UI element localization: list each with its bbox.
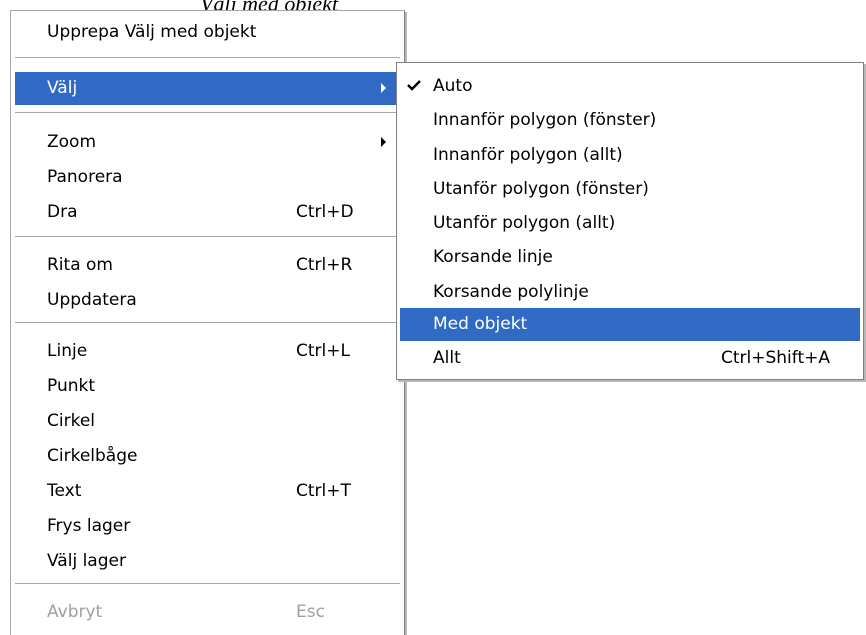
submenu-item-inside-polygon-all[interactable]: Innanför polygon (allt) (400, 139, 860, 172)
submenu-item-outside-polygon-all[interactable]: Utanför polygon (allt) (400, 207, 860, 240)
menu-item-repeat-select-with-object[interactable]: Upprepa Välj med objekt (15, 16, 400, 49)
menu-item-label: Innanför polygon (allt) (433, 145, 623, 165)
submenu-item-with-object[interactable]: Med objekt (400, 308, 860, 341)
menu-item-shortcut: Ctrl+L (296, 341, 350, 361)
menu-item-label: Utanför polygon (fönster) (433, 179, 649, 199)
menu-item-arc[interactable]: Cirkelbåge (15, 440, 400, 473)
menu-item-shortcut: Esc (296, 602, 325, 622)
menu-item-cancel[interactable]: Avbryt Esc (15, 596, 400, 629)
menu-item-label: Frys lager (47, 516, 131, 536)
menu-item-pan[interactable]: Panorera (15, 161, 400, 194)
submenu-item-crossing-polyline[interactable]: Korsande polylinje (400, 276, 860, 309)
submenu-item-outside-polygon-window[interactable]: Utanför polygon (fönster) (400, 173, 860, 206)
menu-item-redraw[interactable]: Rita om Ctrl+R (15, 249, 400, 282)
menu-item-circle[interactable]: Cirkel (15, 405, 400, 438)
menu-item-label: Uppdatera (47, 290, 137, 310)
menu-item-label: Innanför polygon (fönster) (433, 110, 657, 130)
submenu-item-all[interactable]: Allt Ctrl+Shift+A (400, 342, 860, 375)
menu-item-label: Cirkelbåge (47, 446, 138, 466)
menu-separator (15, 583, 400, 585)
menu-item-text[interactable]: Text Ctrl+T (15, 475, 400, 508)
menu-item-line[interactable]: Linje Ctrl+L (15, 335, 400, 368)
menu-item-label: Cirkel (47, 411, 96, 431)
menu-separator (15, 236, 400, 238)
menu-item-label: Upprepa Välj med objekt (47, 22, 257, 42)
menu-separator (15, 322, 400, 324)
menu-item-shortcut: Ctrl+T (296, 481, 351, 501)
checkmark-icon (407, 80, 421, 91)
menu-item-shortcut: Ctrl+D (296, 202, 354, 222)
menu-item-label: Välj lager (47, 551, 126, 571)
menu-item-zoom[interactable]: Zoom (15, 126, 400, 159)
menu-item-update[interactable]: Uppdatera (15, 284, 400, 317)
menu-item-label: Allt (433, 348, 461, 368)
menu-item-label: Välj (47, 78, 78, 98)
menu-item-select-layer[interactable]: Välj lager (15, 545, 400, 578)
menu-item-label: Punkt (47, 376, 96, 396)
submenu-item-auto[interactable]: Auto (400, 70, 860, 103)
submenu-arrow-icon (381, 83, 386, 93)
menu-item-label: Dra (47, 202, 78, 222)
menu-item-label: Text (47, 481, 82, 501)
menu-item-label: Auto (433, 76, 473, 96)
menu-item-shortcut: Ctrl+Shift+A (720, 348, 830, 368)
menu-separator (15, 57, 400, 59)
submenu-arrow-icon (381, 137, 386, 147)
menu-item-drag[interactable]: Dra Ctrl+D (15, 196, 400, 229)
select-submenu: Auto Innanför polygon (fönster) Innanför… (396, 62, 864, 380)
menu-item-point[interactable]: Punkt (15, 370, 400, 403)
menu-item-label: Korsande linje (433, 247, 553, 267)
menu-item-label: Utanför polygon (allt) (433, 213, 616, 233)
menu-item-label: Med objekt (433, 314, 528, 334)
menu-item-label: Linje (47, 341, 88, 361)
menu-item-label: Rita om (47, 255, 113, 275)
menu-item-shortcut: Ctrl+R (296, 255, 353, 275)
submenu-item-inside-polygon-window[interactable]: Innanför polygon (fönster) (400, 104, 860, 137)
submenu-item-crossing-line[interactable]: Korsande linje (400, 241, 860, 274)
menu-item-label: Avbryt (47, 602, 103, 622)
menu-item-select[interactable]: Välj (15, 72, 400, 105)
context-menu: Upprepa Välj med objekt Välj Zoom Panore… (10, 10, 405, 635)
menu-separator (15, 112, 400, 114)
menu-item-label: Panorera (47, 167, 123, 187)
menu-item-label: Zoom (47, 132, 97, 152)
menu-item-freeze-layer[interactable]: Frys lager (15, 510, 400, 543)
menu-item-label: Korsande polylinje (433, 282, 589, 302)
